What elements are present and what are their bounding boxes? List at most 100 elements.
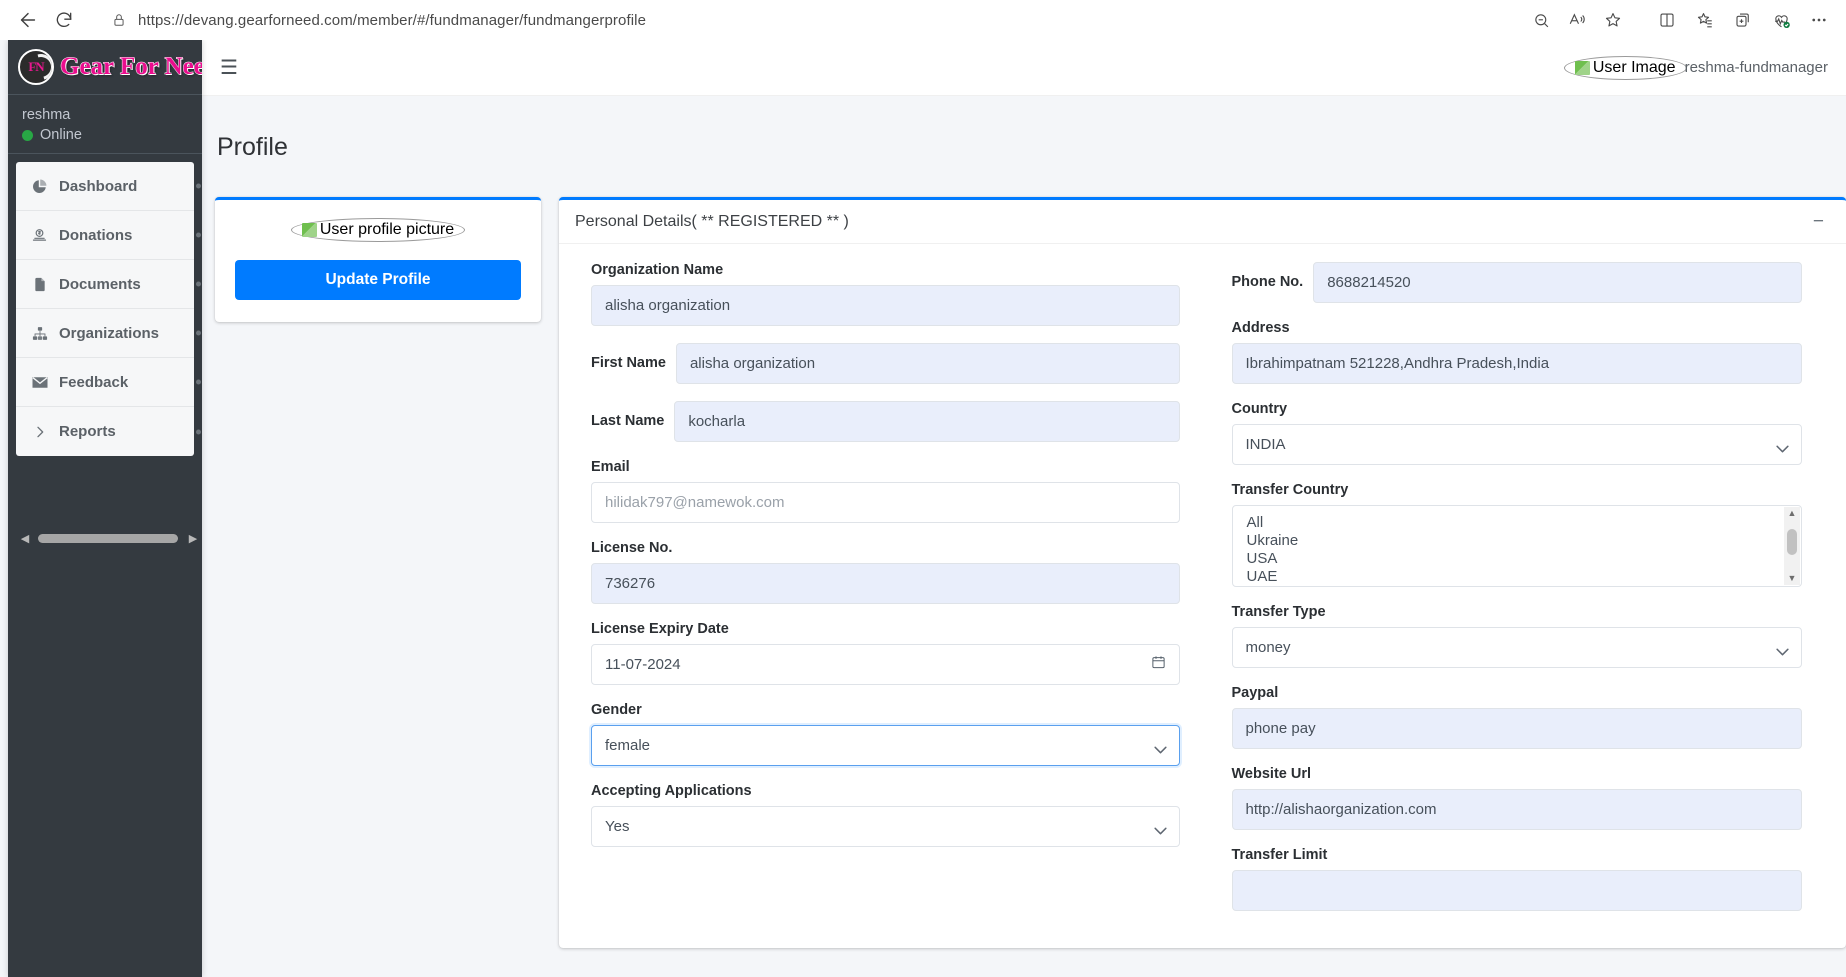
listbox-scrollbar-thumb[interactable]	[1787, 528, 1797, 555]
date-value: 11-07-2024	[605, 655, 681, 673]
scroll-down-arrow-icon[interactable]: ▼	[1788, 573, 1797, 583]
sidebar: FN Gear For Need reshma Online Dashboard	[8, 40, 202, 977]
user-image-alt-text: User Image	[1592, 58, 1676, 76]
field-label: Gender	[591, 701, 642, 718]
last-name-input[interactable]: kocharla	[674, 400, 1180, 442]
field-organization-name: Organization Name alisha organization	[591, 262, 1180, 326]
broken-image-icon	[1574, 60, 1590, 75]
field-email: Email hilidak797@namewok.com	[591, 459, 1180, 523]
read-aloud-icon[interactable]	[1560, 5, 1594, 35]
field-accepting-applications: Accepting Applications Yes	[591, 783, 1180, 847]
content-area: Profile User profile picture Update Prof…	[202, 96, 1846, 977]
profile-picture-broken-image: User profile picture	[290, 217, 466, 242]
sidebar-item-label: Donations	[59, 226, 133, 244]
back-button[interactable]	[10, 4, 46, 36]
chevron-down-icon	[1153, 741, 1167, 754]
first-name-input[interactable]: alisha organization	[675, 342, 1180, 384]
browser-essentials-icon[interactable]	[1764, 5, 1798, 35]
email-input[interactable]: hilidak797@namewok.com	[591, 481, 1180, 523]
chevron-down-icon	[1776, 643, 1789, 656]
transfer-limit-input[interactable]	[1231, 869, 1802, 911]
profile-picture-card: User profile picture Update Profile	[215, 196, 541, 322]
field-label: Transfer Limit	[1231, 846, 1328, 863]
field-label: Last Name	[591, 413, 665, 429]
field-label: First Name	[591, 355, 666, 371]
listbox-scrollbar[interactable]: ▲ ▼	[1784, 506, 1800, 585]
organization-name-input[interactable]: alisha organization	[591, 284, 1180, 326]
sidebar-item-organizations[interactable]: Organizations	[16, 309, 201, 358]
listbox-option[interactable]: USA	[1233, 550, 1802, 568]
license-expiry-date-input[interactable]: 11-07-2024	[591, 643, 1180, 685]
sidebar-user-name: reshma	[22, 107, 71, 123]
listbox-option[interactable]: UAE	[1233, 568, 1802, 586]
transfer-country-listbox[interactable]: All Ukraine USA UAE ▲ ▼	[1231, 504, 1802, 587]
sidebar-item-documents[interactable]: Documents	[16, 260, 201, 309]
details-left-column: Organization Name alisha organization Fi…	[591, 262, 1208, 928]
sitemap-icon	[30, 324, 49, 343]
nav-marker-dot	[196, 330, 201, 336]
sidebar-horizontal-scrollbar[interactable]: ◀ ▶	[16, 529, 202, 547]
brand-logo-icon: FN	[18, 49, 54, 85]
scroll-up-arrow-icon[interactable]: ▲	[1788, 508, 1797, 518]
listbox-option[interactable]: All	[1233, 514, 1802, 532]
url-text: https://devang.gearforneed.com/member/#/…	[138, 11, 647, 29]
field-label: Website Url	[1231, 765, 1312, 782]
split-screen-icon[interactable]	[1650, 5, 1684, 35]
personal-details-title: Personal Details( ** REGISTERED ** )	[575, 212, 849, 230]
page-title: Profile	[217, 132, 288, 161]
transfer-type-select[interactable]: money	[1231, 626, 1802, 668]
chevron-right-icon	[30, 422, 49, 441]
profile-picture-alt-text: User profile picture	[319, 220, 455, 238]
scroll-left-arrow-icon[interactable]: ◀	[18, 532, 32, 545]
transfer-type-value: money	[1245, 638, 1291, 656]
nav-marker-dot	[196, 379, 201, 385]
personal-details-body: Organization Name alisha organization Fi…	[559, 244, 1846, 948]
phone-no-input[interactable]: 8688214520	[1313, 261, 1802, 303]
sidebar-user-panel: reshma Online	[8, 95, 202, 154]
favorites-icon[interactable]	[1688, 5, 1722, 35]
field-transfer-type: Transfer Type money	[1231, 604, 1802, 668]
broken-image-icon	[301, 222, 317, 237]
scroll-right-arrow-icon[interactable]: ▶	[186, 532, 200, 545]
scrollbar-thumb[interactable]	[38, 533, 178, 543]
gender-select[interactable]: female	[591, 724, 1180, 766]
address-bar[interactable]: https://devang.gearforneed.com/member/#/…	[96, 5, 1636, 35]
address-input[interactable]: Ibrahimpatnam 521228,Andhra Pradesh,Indi…	[1231, 342, 1802, 384]
field-phone-no: Phone No. 8688214520	[1232, 261, 1802, 303]
reload-button[interactable]	[46, 4, 82, 36]
topnav-user-area[interactable]: User Image reshma-fundmanager	[1563, 55, 1828, 80]
field-label: Email	[591, 458, 630, 475]
sidebar-item-label: Feedback	[59, 373, 129, 391]
top-navbar: ☰ User Image reshma-fundmanager	[202, 40, 1846, 96]
sidebar-item-reports[interactable]: Reports	[16, 407, 201, 456]
sidebar-user-status-label: Online	[40, 127, 82, 143]
zoom-out-icon[interactable]	[1524, 5, 1558, 35]
listbox-option[interactable]: Ukraine	[1233, 532, 1802, 550]
scrollbar-track[interactable]	[32, 533, 186, 544]
accepting-applications-select[interactable]: Yes	[591, 805, 1180, 847]
online-status-icon	[22, 129, 33, 141]
gender-value: female	[605, 736, 651, 754]
collections-icon[interactable]	[1726, 5, 1760, 35]
sidebar-item-feedback[interactable]: Feedback	[16, 358, 201, 407]
license-no-input[interactable]: 736276	[591, 562, 1180, 604]
update-profile-button[interactable]: Update Profile	[235, 259, 521, 300]
field-transfer-country: Transfer Country All Ukraine USA UAE ▲ ▼	[1231, 482, 1802, 587]
settings-more-icon[interactable]	[1802, 5, 1836, 35]
field-address: Address Ibrahimpatnam 521228,Andhra Prad…	[1231, 319, 1802, 384]
cards-row: User profile picture Update Profile Pers…	[202, 196, 1846, 948]
brand-header[interactable]: FN Gear For Need	[8, 40, 202, 95]
envelope-icon	[30, 373, 49, 392]
sidebar-item-donations[interactable]: Donations	[16, 211, 201, 260]
country-select[interactable]: INDIA	[1231, 423, 1802, 465]
minimize-card-button[interactable]: −	[1809, 212, 1828, 231]
hamburger-menu-icon[interactable]: ☰	[220, 58, 238, 78]
details-right-column: Phone No. 8688214520 Address Ibrahimpatn…	[1208, 261, 1825, 928]
favorite-star-icon[interactable]	[1596, 5, 1630, 35]
field-label: Address	[1231, 319, 1290, 336]
user-avatar-broken-image: User Image	[1563, 55, 1687, 80]
website-url-input[interactable]: http://alishaorganization.com	[1231, 788, 1802, 830]
sidebar-item-dashboard[interactable]: Dashboard	[16, 162, 201, 211]
paypal-input[interactable]: phone pay	[1231, 707, 1802, 749]
calendar-icon[interactable]	[1151, 655, 1166, 674]
